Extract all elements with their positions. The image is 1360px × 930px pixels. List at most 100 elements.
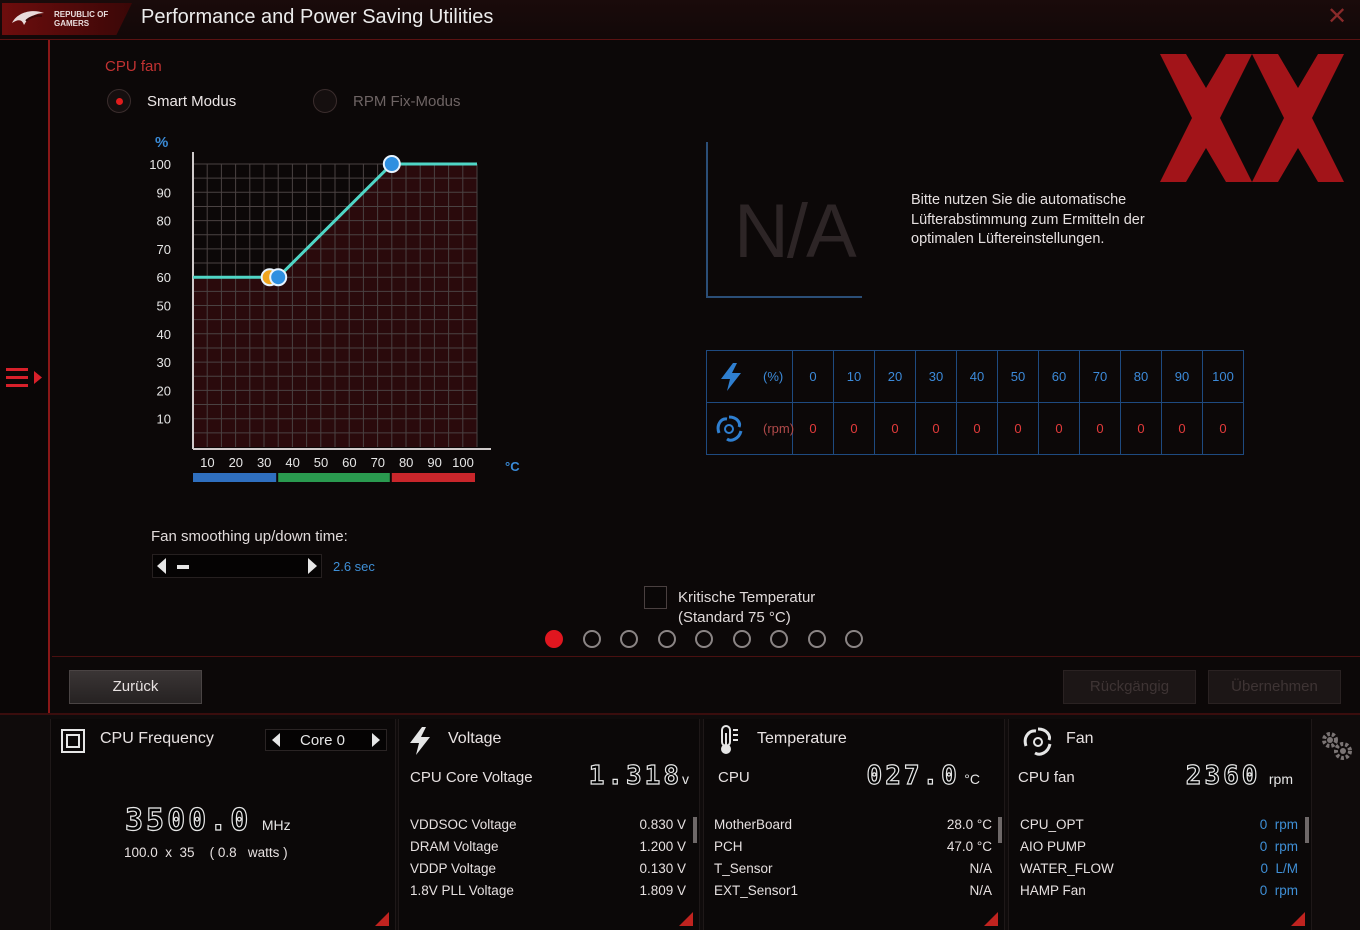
y-tick-label: 10 [157, 412, 171, 427]
cpu-fan-unit: rpm [1268, 771, 1293, 787]
menu-expand-icon[interactable] [6, 366, 44, 390]
percent-cell: 90 [1161, 350, 1203, 403]
temperature-value: 28.0 °C [946, 817, 992, 832]
cpu-fan-readout: 2360 rpm [1185, 760, 1293, 791]
percent-cell: 60 [1038, 350, 1080, 403]
page-dot[interactable] [770, 630, 788, 648]
rpm-cell: 0 [997, 402, 1039, 455]
page-dot[interactable] [545, 630, 563, 648]
rog-eye-icon [12, 11, 44, 25]
page-dot[interactable] [845, 630, 863, 648]
fan-speed-value: 0 [1259, 839, 1268, 854]
temperature-label: MotherBoard [714, 817, 793, 832]
rpm-cell: 0 [1079, 402, 1121, 455]
close-button[interactable]: ✕ [1326, 5, 1348, 29]
cpu-temp-label: CPU [718, 769, 750, 786]
slider-left-arrow-icon[interactable] [157, 558, 166, 574]
temperature-scrollbar[interactable] [998, 817, 1002, 843]
fan-settings-panel: CPU fan Smart Modus RPM Fix-Modus 10 20 30… [52, 40, 1360, 657]
fan-title: Fan [1066, 730, 1094, 747]
curve-control-point[interactable] [269, 268, 288, 287]
percent-cell: 100 [1202, 350, 1244, 403]
na-text: N/A [734, 189, 857, 274]
y-tick-label: 40 [157, 327, 171, 342]
rpm-cell: 0 [956, 402, 998, 455]
frequency-detail: 100.0 x 35 ( 0.8 watts ) [124, 845, 288, 860]
y-tick-label: 70 [157, 242, 171, 257]
action-bar: Zurück Rückgängig Übernehmen [52, 658, 1360, 713]
slider-right-arrow-icon[interactable] [308, 558, 317, 574]
percent-cell: 70 [1079, 350, 1121, 403]
y-axis-label: % [155, 134, 168, 151]
smoothing-value: 2.6 sec [333, 559, 375, 574]
y-tick-label: 90 [157, 185, 171, 200]
temperature-label: PCH [714, 839, 743, 854]
fan-panel[interactable]: Fan CPU fan 2360 rpm CPU_OPT 0 rpm AIO PU… [1008, 719, 1312, 930]
voltage-scrollbar[interactable] [693, 817, 697, 843]
panel-resize-corner[interactable] [1291, 912, 1305, 926]
rpm-fix-mode-radio[interactable] [313, 89, 337, 113]
core-selector[interactable]: Core 0 [265, 729, 387, 751]
voltage-label: DRAM Voltage [410, 839, 499, 854]
voltage-label: 1.8V PLL Voltage [410, 883, 514, 898]
fan-speed-unit: rpm [1274, 817, 1298, 832]
frequency-unit: MHz [261, 817, 291, 833]
radio-selected-dot [116, 98, 123, 105]
page-dot[interactable] [620, 630, 638, 648]
smart-mode-radio[interactable] [107, 89, 131, 113]
page-dot[interactable] [695, 630, 713, 648]
temperature-title: Temperature [757, 730, 847, 747]
percent-row: (%) 0 10 20 30 40 50 60 70 80 90 100 [706, 350, 1244, 403]
cpu-temp-value: 027.0 [866, 760, 960, 791]
x-tick-label: 70 [371, 455, 385, 470]
page-dot[interactable] [582, 630, 601, 648]
fan-tuning-status-box: N/A [706, 142, 862, 298]
rpm-cell: 0 [1161, 402, 1203, 455]
fan-curve-chart[interactable]: 10 20 30 40 50 60 70 80 90 100 10 20 30 40 50 60 70 80 90 1… [140, 124, 530, 504]
percent-cell: 20 [874, 350, 916, 403]
page-dot[interactable] [732, 630, 751, 648]
voltage-list: VDDSOC Voltage 0.830 V DRAM Voltage 1.200 … [410, 817, 686, 907]
temperature-value: N/A [969, 883, 992, 898]
page-dot[interactable] [807, 630, 826, 648]
rpm-unit: (rpm) [763, 421, 795, 436]
slider-thumb[interactable] [177, 565, 189, 569]
rpm-cell: 0 [792, 402, 834, 455]
core-selector-value: Core 0 [300, 732, 346, 749]
rpm-cell: 0 [915, 402, 957, 455]
curve-control-point[interactable] [382, 155, 401, 173]
undo-button[interactable]: Rückgängig [1063, 670, 1196, 704]
frequency-readout: 3500.0 MHz [124, 802, 291, 838]
temperature-list: MotherBoard 28.0 °C PCH 47.0 °C T_Sensor N/… [714, 817, 992, 907]
cpu-frequency-panel[interactable]: CPU Frequency Core 0 3500.0 MHz 100.0 x … [50, 719, 396, 930]
critical-temp-checkbox[interactable] [644, 586, 667, 609]
smart-mode-label[interactable]: Smart Modus [147, 93, 236, 110]
temperature-panel[interactable]: Temperature CPU 027.0 °C MotherBoard 28.0… [703, 719, 1005, 930]
voltage-panel[interactable]: Voltage CPU Core Voltage 1.318v VDDSOC V… [398, 719, 700, 930]
percent-cell: 80 [1120, 350, 1162, 403]
fan-speed-unit: rpm [1274, 839, 1298, 854]
critical-temp-label[interactable]: Kritische Temperatur (Standard 75 °C) [678, 588, 815, 628]
settings-gear-icon[interactable] [1318, 729, 1354, 763]
temperature-value: 47.0 °C [946, 839, 992, 854]
percent-cell: 30 [915, 350, 957, 403]
y-tick-label: 80 [157, 214, 171, 229]
back-button[interactable]: Zurück [69, 670, 202, 704]
page-dot[interactable] [657, 630, 676, 648]
core-next-arrow-icon[interactable] [372, 733, 380, 747]
fan-speed-unit: L/M [1275, 861, 1298, 876]
cpu-fan-value: 2360 [1185, 760, 1261, 791]
fan-scrollbar[interactable] [1305, 817, 1309, 843]
apply-button[interactable]: Übernehmen [1208, 670, 1341, 704]
panel-resize-corner[interactable] [984, 912, 998, 926]
rpm-fix-mode-label[interactable]: RPM Fix-Modus [353, 93, 461, 110]
smoothing-slider[interactable] [152, 554, 322, 578]
x-tick-label: 100 [452, 455, 474, 470]
rpm-cell: 0 [1120, 402, 1162, 455]
power-text: ( 0.8 watts ) [209, 845, 288, 860]
fan-label: CPU_OPT [1020, 817, 1084, 832]
temperature-zone-bar [391, 473, 475, 482]
panel-resize-corner[interactable] [679, 912, 693, 926]
core-prev-arrow-icon[interactable] [272, 733, 280, 747]
panel-resize-corner[interactable] [375, 912, 389, 926]
